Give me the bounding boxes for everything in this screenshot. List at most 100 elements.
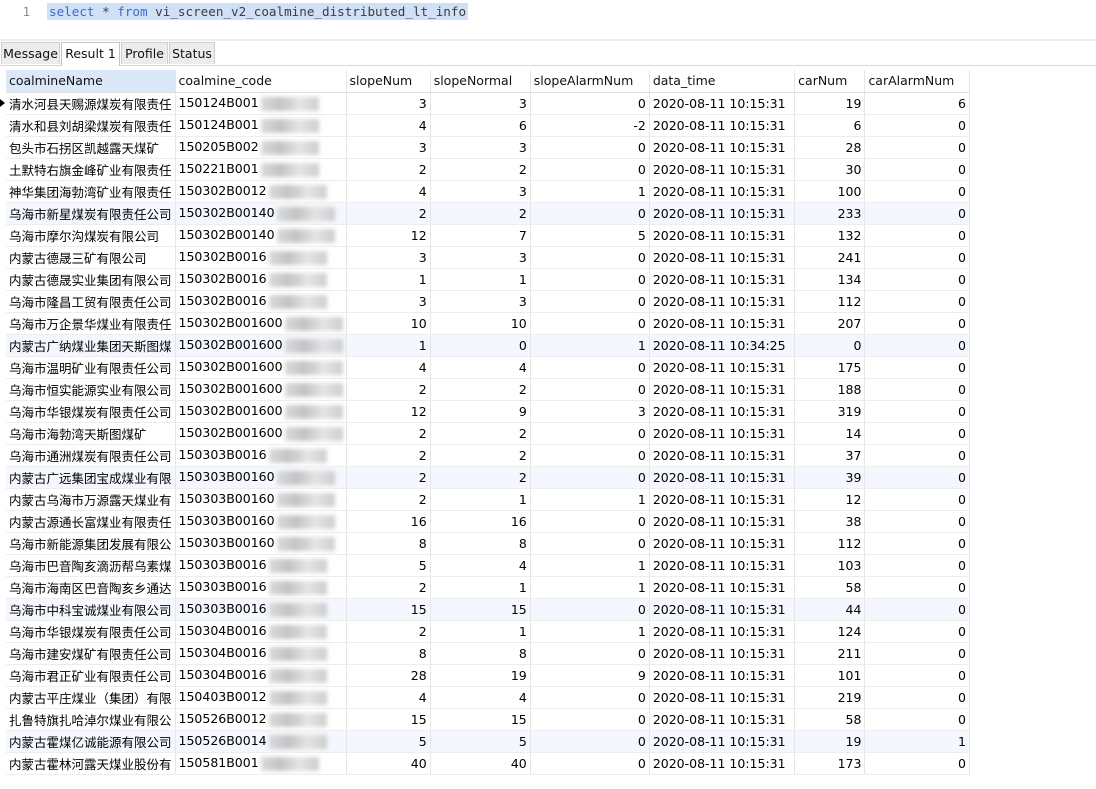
cell-coalminename[interactable]: 内蒙古德晟实业集团有限公司 (6, 268, 176, 291)
cell-coalminename[interactable]: 乌海市新星煤炭有限责任公司 (6, 202, 176, 225)
cell-coalminename[interactable]: 乌海市君正矿业有限责任公司 (6, 664, 176, 687)
cell-slopenum[interactable]: 8 (346, 532, 431, 555)
cell-carnum[interactable]: 30 (794, 158, 866, 181)
cell-coalminename[interactable]: 内蒙古广纳煤业集团天斯图煤 (6, 334, 176, 357)
cell-coalminename[interactable]: 乌海市建安煤矿有限责任公司 (6, 642, 176, 665)
table-row[interactable]: 土默特右旗金峰矿业有限责任 150221B001 2 2 0 2020-08-11 10:… (6, 158, 970, 181)
cell-data-time[interactable]: 2020-08-11 10:15:31 (649, 686, 796, 709)
cell-slopealarmnum[interactable]: 0 (530, 466, 650, 489)
table-row[interactable]: 乌海市建安煤矿有限责任公司 150304B0016 8 8 0 2020-08-11 10… (6, 642, 970, 665)
cell-slopealarmnum[interactable]: 0 (530, 598, 650, 621)
table-row[interactable]: 内蒙古德晟三矿有限公司 150302B0016 3 3 0 2020-08-11 10:1… (6, 246, 970, 269)
cell-coalmine-code[interactable]: 150302B00140 (175, 224, 347, 247)
cell-coalmine-code[interactable]: 150302B0016 (175, 246, 347, 269)
cell-carnum[interactable]: 14 (794, 422, 866, 445)
cell-caralarmnum[interactable]: 0 (864, 356, 970, 379)
column-header-caralarmnum[interactable]: carAlarmNum (864, 70, 970, 93)
cell-data-time[interactable]: 2020-08-11 10:15:31 (649, 730, 796, 753)
cell-caralarmnum[interactable]: 1 (864, 730, 970, 753)
cell-slopenum[interactable]: 2 (346, 488, 431, 511)
cell-caralarmnum[interactable]: 0 (864, 400, 970, 423)
cell-coalminename[interactable]: 乌海市华银煤炭有限责任公司 (6, 620, 176, 643)
cell-slopealarmnum[interactable]: 0 (530, 356, 650, 379)
cell-coalmine-code[interactable]: 150304B0016 (175, 664, 347, 687)
cell-caralarmnum[interactable]: 0 (864, 422, 970, 445)
cell-carnum[interactable]: 37 (794, 444, 866, 467)
cell-slopenum[interactable]: 3 (346, 246, 431, 269)
cell-slopenormal[interactable]: 2 (430, 466, 531, 489)
cell-coalminename[interactable]: 内蒙古平庄煤业（集团）有限 (6, 686, 176, 709)
cell-caralarmnum[interactable]: 0 (864, 752, 970, 775)
cell-slopealarmnum[interactable]: 1 (530, 554, 650, 577)
cell-carnum[interactable]: 44 (794, 598, 866, 621)
cell-carnum[interactable]: 132 (794, 224, 866, 247)
cell-data-time[interactable]: 2020-08-11 10:15:31 (649, 378, 796, 401)
cell-caralarmnum[interactable]: 0 (864, 312, 970, 335)
cell-coalminename[interactable]: 乌海市恒实能源实业有限公司 (6, 378, 176, 401)
cell-data-time[interactable]: 2020-08-11 10:15:31 (649, 510, 796, 533)
cell-caralarmnum[interactable]: 0 (864, 246, 970, 269)
cell-caralarmnum[interactable]: 0 (864, 488, 970, 511)
cell-caralarmnum[interactable]: 0 (864, 378, 970, 401)
cell-carnum[interactable]: 173 (794, 752, 866, 775)
cell-slopenormal[interactable]: 40 (430, 752, 531, 775)
tab-result-1[interactable]: Result 1 (61, 42, 120, 66)
table-row[interactable]: 内蒙古霍林河露天煤业股份有 150581B001 40 40 0 2020-08-11 1… (6, 752, 970, 775)
column-header-carnum[interactable]: carNum (794, 70, 866, 93)
cell-coalmine-code[interactable]: 150302B001600 (175, 334, 347, 357)
column-header-slopenormal[interactable]: slopeNormal (430, 70, 531, 93)
table-row[interactable]: 乌海市海勃湾天斯图煤矿 150302B001600 2 2 0 2020-08-11 10… (6, 422, 970, 445)
tab-profile[interactable]: Profile (121, 42, 168, 64)
cell-slopenormal[interactable]: 2 (430, 158, 531, 181)
cell-coalminename[interactable]: 乌海市通洲煤炭有限责任公司 (6, 444, 176, 467)
cell-carnum[interactable]: 12 (794, 488, 866, 511)
cell-slopenum[interactable]: 2 (346, 576, 431, 599)
cell-data-time[interactable]: 2020-08-11 10:15:31 (649, 444, 796, 467)
cell-carnum[interactable]: 175 (794, 356, 866, 379)
cell-carnum[interactable]: 6 (794, 114, 866, 137)
cell-slopenum[interactable]: 4 (346, 356, 431, 379)
table-row[interactable]: 清水河县天赐源煤炭有限责任 150124B001 3 3 0 2020-08-11 10:… (6, 92, 970, 115)
cell-coalmine-code[interactable]: 150303B0016 (175, 444, 347, 467)
cell-coalminename[interactable]: 乌海市温明矿业有限责任公司 (6, 356, 176, 379)
cell-slopenormal[interactable]: 7 (430, 224, 531, 247)
cell-slopenum[interactable]: 40 (346, 752, 431, 775)
cell-data-time[interactable]: 2020-08-11 10:15:31 (649, 158, 796, 181)
cell-coalminename[interactable]: 内蒙古源通长富煤业有限责任 (6, 510, 176, 533)
cell-data-time[interactable]: 2020-08-11 10:15:31 (649, 752, 796, 775)
cell-caralarmnum[interactable]: 0 (864, 114, 970, 137)
cell-coalmine-code[interactable]: 150303B0016 (175, 576, 347, 599)
cell-data-time[interactable]: 2020-08-11 10:15:31 (649, 620, 796, 643)
table-row[interactable]: 内蒙古广远集团宝成煤业有限 150303B00160 2 2 0 2020-08-11 1… (6, 466, 970, 489)
cell-slopenormal[interactable]: 4 (430, 356, 531, 379)
tab-status[interactable]: Status (169, 42, 215, 64)
cell-coalmine-code[interactable]: 150526B0014 (175, 730, 347, 753)
cell-coalmine-code[interactable]: 150302B001600 (175, 400, 347, 423)
cell-carnum[interactable]: 101 (794, 664, 866, 687)
cell-slopenum[interactable]: 4 (346, 114, 431, 137)
cell-carnum[interactable]: 38 (794, 510, 866, 533)
cell-caralarmnum[interactable]: 0 (864, 224, 970, 247)
cell-slopenum[interactable]: 4 (346, 686, 431, 709)
cell-slopenormal[interactable]: 4 (430, 554, 531, 577)
column-header-coalmine-code[interactable]: coalmine_code (175, 70, 347, 93)
cell-coalminename[interactable]: 乌海市海勃湾天斯图煤矿 (6, 422, 176, 445)
cell-caralarmnum[interactable]: 0 (864, 598, 970, 621)
cell-slopenormal[interactable]: 15 (430, 708, 531, 731)
cell-coalmine-code[interactable]: 150302B001600 (175, 356, 347, 379)
table-row[interactable]: 内蒙古乌海市万源露天煤业有 150303B00160 2 1 1 2020-08-11 1… (6, 488, 970, 511)
cell-carnum[interactable]: 39 (794, 466, 866, 489)
cell-slopealarmnum[interactable]: 0 (530, 268, 650, 291)
cell-coalminename[interactable]: 清水和县刘胡梁煤炭有限责任 (6, 114, 176, 137)
cell-slopealarmnum[interactable]: 0 (530, 422, 650, 445)
cell-slopenum[interactable]: 2 (346, 444, 431, 467)
table-row[interactable]: 乌海市中科宝诚煤业有限公司 150303B0016 15 15 0 2020-08-11 … (6, 598, 970, 621)
table-row[interactable]: 包头市石拐区凯越露天煤矿 150205B002 3 3 0 2020-08-11 10:1… (6, 136, 970, 159)
cell-data-time[interactable]: 2020-08-11 10:15:31 (649, 224, 796, 247)
table-row[interactable]: 乌海市君正矿业有限责任公司 150304B0016 28 19 9 2020-08-11 … (6, 664, 970, 687)
cell-carnum[interactable]: 58 (794, 708, 866, 731)
cell-data-time[interactable]: 2020-08-11 10:15:31 (649, 532, 796, 555)
cell-slopenormal[interactable]: 8 (430, 532, 531, 555)
table-row[interactable]: 神华集团海勃湾矿业有限责任 150302B0012 4 3 1 2020-08-11 10… (6, 180, 970, 203)
cell-caralarmnum[interactable]: 0 (864, 510, 970, 533)
